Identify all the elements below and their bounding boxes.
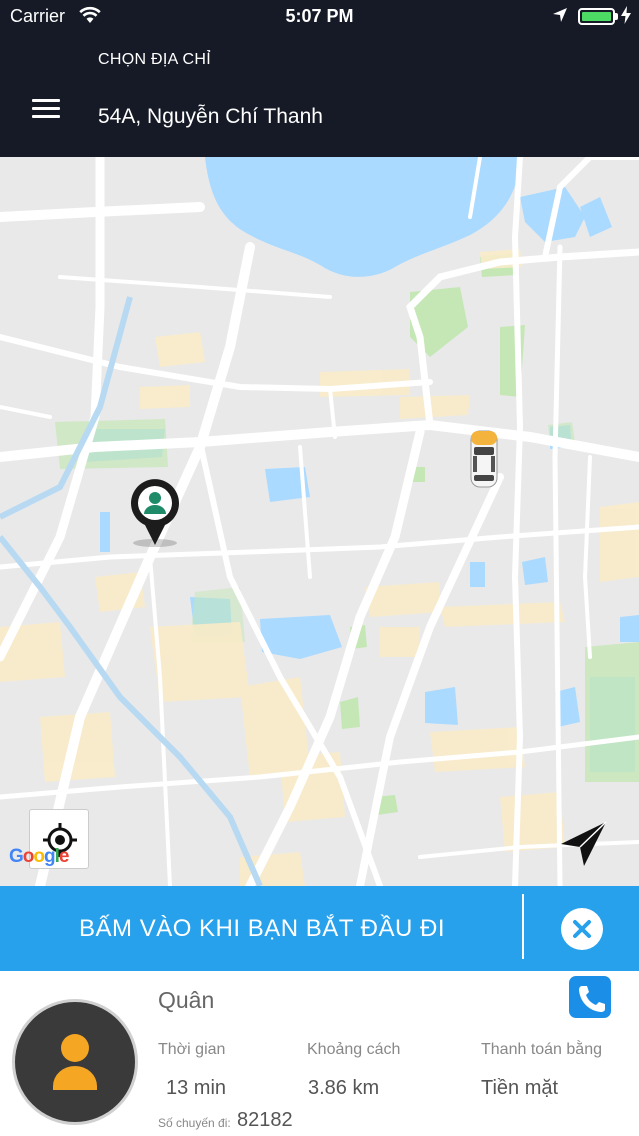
charging-icon [621, 6, 631, 29]
menu-icon[interactable] [28, 94, 64, 124]
distance-value: 3.86 km [308, 1077, 380, 1099]
close-icon [573, 920, 591, 938]
time-label: Thời gian [158, 1041, 226, 1058]
battery-icon [578, 8, 615, 25]
driver-name: Quân [158, 987, 215, 1013]
phone-icon [579, 986, 605, 1012]
call-button[interactable] [569, 976, 611, 1018]
taxi-icon [468, 429, 500, 491]
address-field[interactable]: 54A, Nguyễn Chí Thanh [98, 105, 323, 129]
navigate-icon[interactable] [558, 818, 610, 870]
header: Carrier 5:07 PM CHỌN ĐỊA CHỈ 54A, Nguyễn… [0, 0, 639, 157]
battery-tip [615, 13, 618, 20]
status-bar: Carrier 5:07 PM [0, 0, 639, 34]
location-arrow-icon [552, 7, 568, 28]
user-avatar-icon [12, 999, 138, 1125]
choose-address-label: CHỌN ĐỊA CHỈ [98, 51, 211, 68]
start-trip-bar: BẤM VÀO KHI BẠN BẮT ĐẦU ĐI [0, 886, 639, 971]
trips-label: Số chuyến đi: [158, 1116, 231, 1130]
map-view[interactable] [0, 157, 639, 886]
payment-label: Thanh toán bằng [481, 1041, 602, 1058]
trips-value: 82182 [237, 1109, 293, 1131]
driver-panel: Quân Thời gian 13 min Khoảng cách 3.86 k… [0, 971, 639, 1136]
time-value: 13 min [166, 1077, 227, 1099]
user-pin-icon[interactable] [127, 477, 183, 549]
google-logo: Google [9, 846, 69, 867]
close-button[interactable] [561, 908, 603, 950]
divider [522, 894, 524, 959]
distance-label: Khoảng cách [307, 1041, 401, 1058]
payment-value: Tiền mặt [481, 1077, 559, 1099]
start-trip-button[interactable]: BẤM VÀO KHI BẠN BẮT ĐẦU ĐI [0, 915, 524, 943]
clock: 5:07 PM [285, 6, 354, 26]
